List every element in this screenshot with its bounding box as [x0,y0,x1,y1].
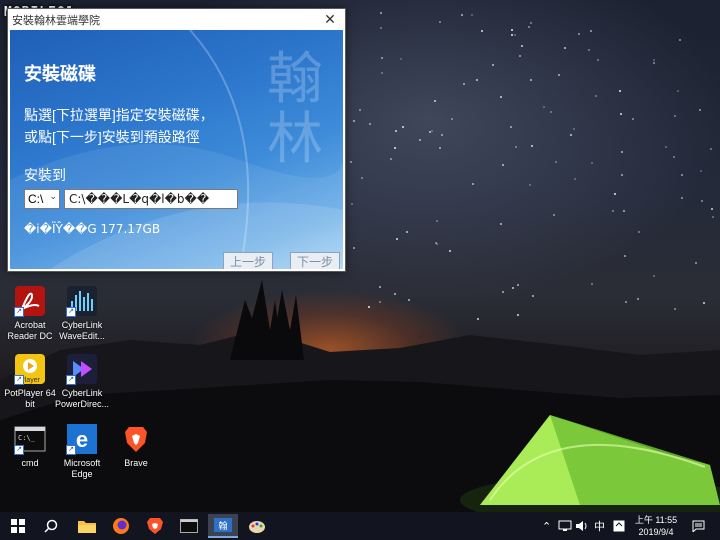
drive-value: C:\ [28,192,44,206]
action-center-button[interactable] [692,512,705,540]
desktop-icon-label: CyberLink PowerDirec... [54,388,109,409]
desktop-icon-powerdirector[interactable]: ↗ CyberLink PowerDirec... [52,353,112,410]
chevron-up-icon: ⌃ [542,520,552,533]
clock-time: 上午 11:55 [634,515,678,525]
page-heading: 安裝磁碟 [24,64,96,84]
paint-icon [249,521,265,533]
network-status[interactable] [558,512,572,540]
instruction-line-2: 或點[下一步]安裝到預設路徑 [24,129,200,145]
desktop-icon-label: Brave [124,458,148,468]
speaker-icon [576,521,587,531]
taskbar-paint[interactable] [242,514,272,538]
notification-icon [692,520,705,532]
taskbar: 翰 ⌃ 中 上午 11:55 2019/9/4 [0,512,720,540]
chevron-down-icon: ⌄ [49,191,57,201]
volume-control[interactable] [576,512,589,540]
drive-dropdown[interactable]: C:\ ⌄ [24,189,60,209]
free-space-text: �i�ΪŶ��G 177.17GB [24,222,161,236]
desktop-icon-label: Acrobat Reader DC [7,320,53,341]
installer-window: 安裝翰林雲端學院 ✕ 翰林 安裝磁碟 點選[下拉選單]指定安裝磁碟， 或點[下一… [7,8,346,272]
svg-text:C:\_: C:\_ [18,434,36,442]
firefox-icon [113,518,129,534]
network-icon [558,520,572,531]
ime-mode-button[interactable] [613,512,625,540]
desktop-icon-label: PotPlayer 64 bit [4,388,56,409]
clock-date: 2019/9/4 [638,527,674,537]
svg-text:翰: 翰 [218,520,227,532]
windows-icon [11,519,25,533]
powerdirector-icon: ↗ [66,353,98,385]
title-bar[interactable]: 安裝翰林雲端學院 ✕ [8,9,345,30]
hanlin-logo-characters: 翰林 [267,47,323,172]
tent-wallpaper-image [480,415,720,505]
system-clock[interactable]: 上午 11:55 2019/9/4 [630,514,682,538]
svg-text:e: e [76,427,88,452]
desktop-icon-potplayer[interactable]: Player ↗ PotPlayer 64 bit [0,353,60,410]
close-button[interactable]: ✕ [315,9,345,30]
search-button[interactable] [36,514,66,538]
taskbar-installer[interactable]: 翰 [208,514,238,538]
edge-icon: e ↗ [66,423,98,455]
brave-icon [147,518,163,534]
instruction-line-1: 點選[下拉選單]指定安裝磁碟， [24,107,214,123]
desktop-icon-cmd[interactable]: C:\_ ↗ cmd [0,423,60,469]
potplayer-icon: Player ↗ [14,353,46,385]
hanlin-installer-icon: 翰 [214,518,232,532]
desktop-icon-label: CyberLink WaveEdit... [59,320,105,341]
wave-editor-icon: ↗ [66,285,98,317]
folder-icon [78,521,96,533]
previous-step-button[interactable]: 上一步 [223,252,273,269]
ime-mode-icon [613,520,625,532]
desktop-icon-brave[interactable]: Brave [106,423,166,469]
taskbar-firefox[interactable] [106,514,136,538]
ime-indicator[interactable]: 中 [594,512,605,540]
window-title: 安裝翰林雲端學院 [12,15,100,27]
installer-content: 翰林 安裝磁碟 點選[下拉選單]指定安裝磁碟， 或點[下一步]安裝到預設路徑 安… [10,30,343,269]
desktop-icon-wave-editor[interactable]: ↗ CyberLink WaveEdit... [52,285,112,342]
taskbar-file-explorer[interactable] [72,514,102,538]
taskbar-brave[interactable] [140,514,170,538]
tray-overflow-button[interactable]: ⌃ [542,512,551,540]
acrobat-icon: ↗ [14,285,46,317]
start-button[interactable] [3,514,33,538]
desktop-icon-label: cmd [21,458,39,468]
ime-text: 中 [594,521,605,533]
install-path-field[interactable]: C:\���L�q�l�b�� [64,189,238,209]
install-to-label: 安裝到 [24,167,66,183]
desktop-icon-edge[interactable]: e ↗ Microsoft Edge [52,423,112,480]
desktop-icon-label: Microsoft Edge [63,458,101,479]
cmd-icon: C:\_ ↗ [14,423,46,455]
desktop-icon-acrobat[interactable]: ↗ Acrobat Reader DC [0,285,60,342]
search-icon [44,519,58,533]
brave-icon [120,423,152,455]
cmd-icon [180,519,198,533]
next-step-button[interactable]: 下一步 [290,252,340,269]
taskbar-cmd[interactable] [174,514,204,538]
